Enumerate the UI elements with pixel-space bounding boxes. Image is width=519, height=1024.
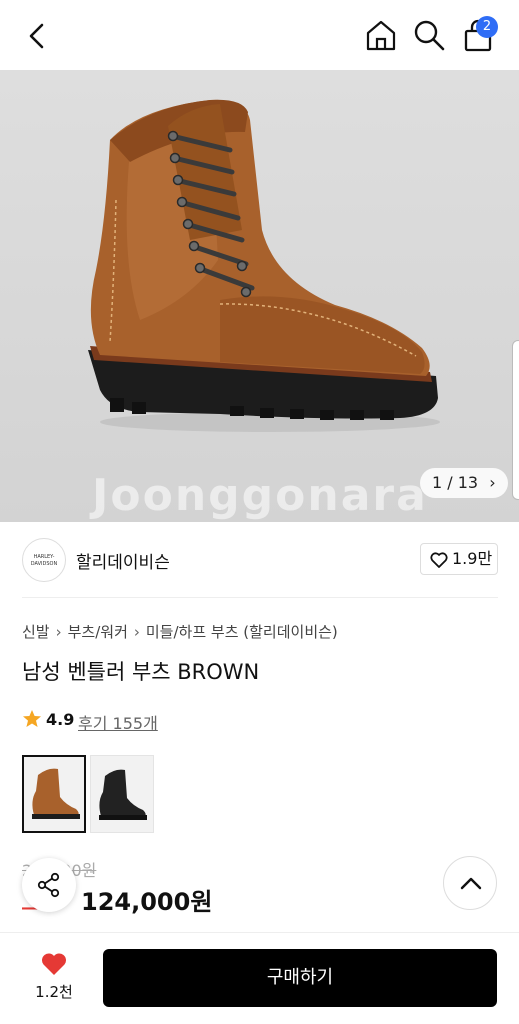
chevron-right-icon: › [489,473,496,492]
rating-score: 4.9 [46,710,75,729]
reviews-link[interactable]: 후기 155개 [78,710,158,734]
brand-like-count: 1.9만 [452,549,493,568]
back-icon[interactable] [22,20,54,52]
breadcrumb: 신발 › 부츠/워커 › 미들/하프 부츠 (할리데이비슨) [22,621,338,642]
product-image [88,99,440,432]
brand-logo[interactable]: HARLEY-DAVIDSON [22,538,66,582]
buy-button[interactable]: 구매하기 [103,949,497,1007]
breadcrumb-item[interactable]: 미들/하프 부츠 (할리데이비슨) [146,623,338,641]
color-swatch-black[interactable] [90,755,154,833]
heart-outline-icon [430,552,448,568]
wishlist-button[interactable]: 1.2천 [30,951,78,1007]
breadcrumb-item[interactable]: 신발 [22,623,50,641]
home-icon[interactable] [364,18,398,52]
brand-like-button[interactable]: 1.9만 [420,543,498,575]
star-icon [23,710,41,727]
scroll-top-button[interactable] [443,856,497,910]
bottom-action-bar: 1.2천 구매하기 [0,932,519,1024]
chevron-right-icon: › [55,623,62,641]
swatch-image [91,756,153,832]
image-counter-label: 1 / 13 [432,473,479,492]
chevron-right-icon: › [133,623,140,641]
image-counter[interactable]: 1 / 13 › [420,468,508,498]
heart-icon [41,953,67,975]
swatch-image [24,757,84,831]
brand-name[interactable]: 할리데이비슨 [76,548,170,573]
top-bar: 2 [0,0,519,70]
product-title: 남성 벤틀러 부츠 BROWN [22,660,260,684]
share-button[interactable] [22,858,76,912]
brand-row: HARLEY-DAVIDSON 할리데이비슨 1.9만 [22,536,498,598]
breadcrumb-item[interactable]: 부츠/워커 [68,623,128,641]
cart-count-badge: 2 [476,16,498,38]
share-icon [37,872,60,898]
watermark: Joonggonara [92,470,428,521]
color-swatch-brown[interactable] [22,755,86,833]
wishlist-count: 1.2천 [35,983,73,1001]
sale-price: 124,000원 [81,888,213,916]
chevron-up-icon [460,877,482,890]
product-image-gallery[interactable]: Joonggonara 1 / 13 › [0,70,519,522]
scroll-handle[interactable] [512,340,519,500]
search-icon[interactable] [412,18,446,52]
